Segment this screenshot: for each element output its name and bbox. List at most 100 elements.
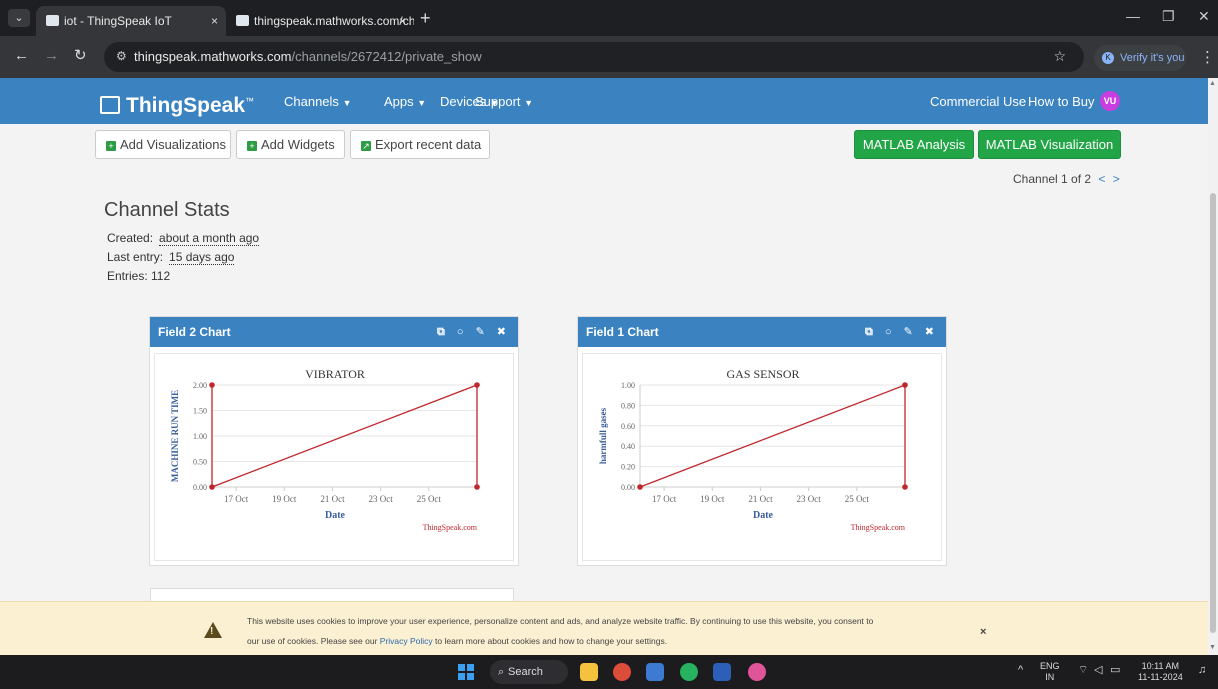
volume-icon[interactable]: ◁ [1094, 665, 1102, 676]
tab-search-chevron-icon[interactable]: ⌄ [8, 9, 30, 27]
browser-menu-icon[interactable]: ⋮ [1200, 48, 1215, 66]
nav-apps[interactable]: Apps ▼ [384, 94, 426, 109]
x-tick-label: 17 Oct [224, 494, 249, 504]
panel-header: Field 1 Chart ⧉ ○ ✎ ✖ [578, 317, 946, 347]
close-icon[interactable]: ✖ [497, 326, 506, 338]
prev-channel-icon[interactable]: < [1098, 172, 1105, 186]
chart-area: GAS SENSOR 0.00 0.20 0.40 0.60 0.80 1.00 17 Oct… [582, 353, 942, 561]
nav-commercial-use[interactable]: Commercial Use [930, 94, 1026, 109]
tray-chevron-up-icon[interactable]: ^ [1018, 665, 1023, 676]
channel-pager: Channel 1 of 2 < > [1013, 172, 1120, 186]
data-point [209, 382, 215, 388]
add-visualizations-button[interactable]: + Add Visualizations [95, 130, 231, 159]
gas-sensor-chart: GAS SENSOR 0.00 0.20 0.40 0.60 0.80 1.00 17 Oct… [598, 367, 908, 532]
caret-down-icon: ▼ [524, 98, 534, 108]
page-scrollbar[interactable]: ▲ ▼ [1208, 78, 1218, 655]
notepad-icon[interactable] [646, 663, 664, 681]
caret-down-icon: ▼ [342, 98, 352, 108]
data-point [902, 484, 908, 490]
close-icon[interactable]: ✖ [925, 326, 934, 338]
windows-start-icon[interactable] [458, 664, 474, 680]
reload-icon[interactable]: ↻ [74, 48, 87, 64]
x-tick-label: 23 Oct [797, 494, 822, 504]
edit-pencil-icon[interactable]: ✎ [904, 326, 913, 338]
site-info-icon[interactable]: ⚙ [116, 49, 127, 63]
next-channel-icon[interactable]: > [1113, 172, 1120, 186]
data-point [637, 484, 643, 490]
tab-title: iot - ThingSpeak IoT [64, 14, 172, 28]
window-close-icon[interactable]: ✕ [1198, 8, 1210, 25]
y-tick-label: 0.00 [193, 483, 207, 492]
word-icon[interactable] [713, 663, 731, 681]
wifi-icon[interactable]: ⌔ [1078, 665, 1088, 676]
data-point [474, 484, 480, 490]
edit-pencil-icon[interactable]: ✎ [476, 326, 485, 338]
tab-thingspeak[interactable]: iot - ThingSpeak IoT × [36, 6, 226, 36]
matlab-visualization-button[interactable]: MATLAB Visualization [978, 130, 1121, 159]
data-point [209, 484, 215, 490]
export-recent-data-button[interactable]: ↗ Export recent data [350, 130, 490, 159]
panel-title: Field 2 Chart [158, 325, 231, 339]
x-tick-label: 21 Oct [748, 494, 773, 504]
address-toolbar: ← → ↻ ⚙ thingspeak.mathworks.com/channel… [0, 36, 1218, 78]
new-tab-button[interactable]: + [420, 8, 431, 28]
user-avatar[interactable]: VU [1100, 91, 1120, 111]
y-axis-label: MACHINE RUN TIME [170, 390, 180, 482]
taskbar-search-button[interactable]: ⌕ Search [490, 660, 568, 684]
matlab-analysis-button[interactable]: MATLAB Analysis [854, 130, 974, 159]
y-tick-label: 1.50 [193, 407, 207, 416]
tab-title: thingspeak.mathworks.com/cha [254, 14, 414, 28]
chrome-icon[interactable] [613, 663, 631, 681]
nav-support[interactable]: Support ▼ [475, 94, 533, 109]
nav-channels[interactable]: Channels ▼ [284, 94, 351, 109]
y-tick-label: 0.00 [621, 483, 635, 492]
clock[interactable]: 10:11 AM 11-11-2024 [1138, 661, 1183, 683]
x-tick-label: 23 Oct [369, 494, 394, 504]
privacy-policy-link[interactable]: Privacy Policy [380, 636, 433, 646]
tab-close-icon[interactable]: × [211, 6, 218, 36]
cookie-close-icon[interactable]: × [980, 626, 986, 638]
x-axis-label: Date [753, 510, 774, 521]
language-indicator[interactable]: ENG IN [1040, 661, 1060, 683]
notifications-bell-icon[interactable]: ♫ [1198, 665, 1206, 676]
thingspeak-logo[interactable]: ThingSpeak™ [100, 88, 254, 119]
tab-mathworks[interactable]: thingspeak.mathworks.com/cha × [226, 6, 414, 36]
scroll-thumb[interactable] [1210, 193, 1216, 633]
minimize-icon[interactable]: — [1126, 8, 1140, 24]
x-tick-label: 19 Oct [272, 494, 297, 504]
stat-last-entry: Last entry: 15 days ago [107, 250, 235, 265]
back-icon[interactable]: ← [14, 48, 29, 64]
comment-icon[interactable]: ○ [457, 326, 464, 338]
y-tick-label: 1.00 [193, 432, 207, 441]
data-point [902, 382, 908, 388]
y-tick-label: 0.80 [621, 401, 635, 410]
comment-icon[interactable]: ○ [885, 326, 892, 338]
battery-icon[interactable]: ▭ [1110, 665, 1120, 676]
chrome-profile-icon[interactable] [748, 663, 766, 681]
bookmark-star-icon[interactable]: ☆ [1053, 48, 1066, 65]
cookie-banner: ! This website uses cookies to improve y… [0, 601, 1208, 655]
forward-icon[interactable]: → [44, 48, 59, 64]
scroll-down-icon[interactable]: ▼ [1209, 644, 1216, 651]
whatsapp-icon[interactable] [680, 663, 698, 681]
data-point [474, 382, 480, 388]
stat-created: Created: about a month ago [107, 231, 260, 246]
y-tick-label: 0.50 [193, 458, 207, 467]
nav-how-to-buy[interactable]: How to Buy [1028, 94, 1094, 109]
file-explorer-icon[interactable] [580, 663, 598, 681]
add-widgets-button[interactable]: + Add Widgets [236, 130, 345, 159]
open-external-icon[interactable]: ⧉ [437, 326, 445, 338]
chart-title: GAS SENSOR [726, 367, 799, 381]
x-tick-label: 25 Oct [417, 494, 442, 504]
os-taskbar: ⌕ Search ^ ENG IN ⌔ ◁ ▭ 10:11 AM 11-11-2024… [0, 655, 1218, 689]
field-1-chart-panel: Field 1 Chart ⧉ ○ ✎ ✖ GAS SENSOR 0.00 0.20 0.4… [577, 316, 947, 566]
restore-icon[interactable]: ❐ [1162, 8, 1175, 25]
scroll-up-icon[interactable]: ▲ [1209, 80, 1216, 87]
chart-area: VIBRATOR 0.00 0.50 1.00 1.50 2.00 17 Oct 19 Oct… [154, 353, 514, 561]
chart-credit: ThingSpeak.com [851, 523, 906, 532]
verify-identity-button[interactable]: K Verify it's you [1094, 45, 1186, 71]
url-input[interactable]: ⚙ thingspeak.mathworks.com/channels/2672… [104, 42, 1084, 72]
caret-down-icon: ▼ [417, 98, 427, 108]
open-external-icon[interactable]: ⧉ [865, 326, 873, 338]
tab-close-icon[interactable]: × [399, 6, 406, 36]
